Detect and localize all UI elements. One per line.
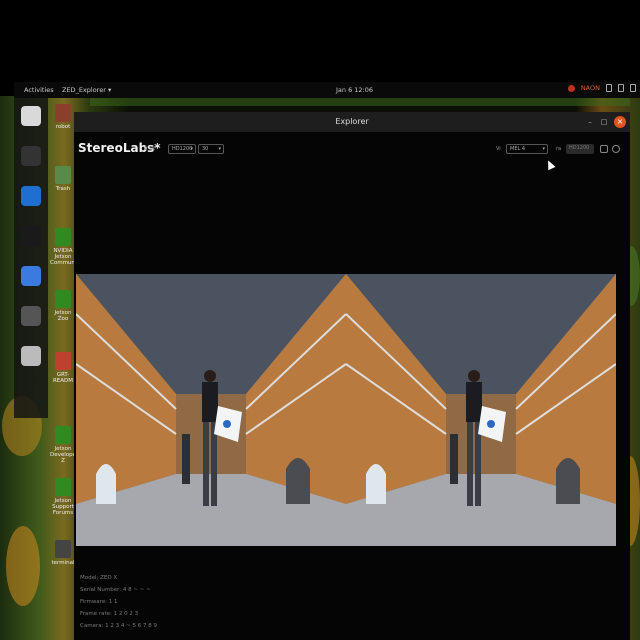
power-icon — [630, 84, 636, 92]
desktop-icon-label: terminal — [51, 560, 75, 566]
desktop-icon[interactable]: terminal — [50, 540, 76, 566]
camera-info: Model: ZED X Serial Number: 4 8 ~ ~ ~ Fi… — [80, 572, 157, 632]
desktop-icon-label: GRT-READM — [52, 372, 74, 384]
desktop-icon[interactable]: Jetson Support Forums — [50, 478, 76, 516]
left-camera-view — [76, 274, 346, 546]
network-icon — [618, 84, 624, 92]
fps-value: 30 — [202, 146, 209, 152]
chevron-down-icon: ▾ — [190, 146, 193, 152]
record-icon[interactable] — [600, 145, 608, 153]
window-controls: – □ × — [586, 116, 626, 128]
shortcut-icon — [55, 290, 71, 308]
files-icon[interactable] — [21, 106, 41, 126]
record-indicator-icon — [567, 84, 575, 92]
maximize-icon[interactable]: □ — [600, 118, 608, 126]
chevron-down-icon: ▾ — [218, 146, 221, 152]
settings-icon[interactable] — [612, 145, 620, 153]
desktop-icon-label: Trash — [55, 186, 71, 192]
desktop-icon[interactable]: robot — [50, 104, 76, 130]
shortcut-icon — [55, 478, 71, 496]
shortcut-icon — [55, 104, 71, 122]
tray-label: NAON — [580, 84, 600, 92]
resolution-select[interactable]: HD1200 ▾ — [168, 144, 196, 154]
shortcut-icon — [55, 166, 71, 184]
explorer-window: Explorer – □ × StereoLabs* 1.5K HD1200 ▾… — [74, 112, 630, 640]
battery-icon — [606, 84, 612, 92]
right-label: ra — [556, 146, 562, 152]
terminal-icon[interactable] — [21, 146, 41, 166]
activities-button[interactable]: Activities — [24, 86, 54, 94]
window-titlebar[interactable]: Explorer – □ × — [74, 112, 630, 132]
desktop-icon-label: NVIDIA Jetson Community — [50, 248, 82, 266]
shortcut-icon — [55, 228, 71, 246]
minimize-icon[interactable]: – — [586, 118, 594, 126]
desktop-icon[interactable]: Trash — [50, 166, 76, 192]
info-line: Model: ZED X — [80, 575, 118, 581]
brand-sub: 1.5K — [144, 146, 156, 152]
chevron-down-icon: ▾ — [542, 146, 545, 152]
app-menu[interactable]: ZED_Explorer ▾ — [62, 86, 111, 94]
right-view-image — [346, 274, 616, 546]
info-line: Serial Number: 4 8 ~ ~ ~ — [80, 587, 151, 593]
info-line: Frame rate: 1 2 0 2 3 — [80, 611, 139, 617]
desktop-icon[interactable]: NVIDIA Jetson Community — [50, 228, 82, 266]
fps-select[interactable]: 30 ▾ — [198, 144, 224, 154]
shortcut-icon — [55, 426, 71, 444]
resolution-value: HD1200 — [172, 146, 193, 152]
system-tray[interactable]: NAON — [567, 84, 636, 92]
view-select[interactable]: MEL 4 ▾ — [506, 144, 548, 154]
window-title: Explorer — [335, 117, 369, 126]
shortcut-icon — [55, 540, 71, 558]
desktop-icon-label: robot — [55, 124, 71, 130]
top-bar: Activities ZED_Explorer ▾ Jan 6 12:06 NA… — [14, 82, 640, 98]
left-view-image — [76, 274, 346, 546]
info-line: Camera: 1 2 3 4 ~ 5 6 7 8 9 — [80, 623, 158, 629]
info-line: Firmware: 1 1 — [80, 599, 118, 605]
desktop-icon-label: Jetson Developer Z — [50, 446, 79, 464]
view-label: Vi — [496, 146, 501, 152]
desktop-icon-label: Jetson Support Forums — [52, 498, 74, 516]
close-icon[interactable]: × — [614, 116, 626, 128]
clock[interactable]: Jan 6 12:06 — [336, 86, 373, 94]
app-icon[interactable] — [21, 306, 41, 326]
desktop-icon[interactable]: Jetson Zoo — [50, 290, 76, 322]
drive-icon[interactable] — [21, 346, 41, 366]
shortcut-icon — [55, 352, 71, 370]
view-value: MEL 4 — [510, 146, 526, 152]
desktop-icon[interactable]: Jetson Developer Z — [50, 426, 79, 464]
desktop-icon[interactable]: GRT-READM — [50, 352, 76, 384]
chromium-icon[interactable] — [21, 266, 41, 286]
desktop-icon-label: Jetson Zoo — [54, 310, 72, 322]
right-field[interactable]: HD1200 — [566, 144, 594, 154]
obs-icon[interactable] — [21, 226, 41, 246]
toolbar: StereoLabs* 1.5K HD1200 ▾ 30 ▾ Vi MEL 4 … — [74, 138, 630, 162]
right-camera-view — [346, 274, 616, 546]
vscode-icon[interactable] — [21, 186, 41, 206]
dock — [14, 98, 48, 418]
